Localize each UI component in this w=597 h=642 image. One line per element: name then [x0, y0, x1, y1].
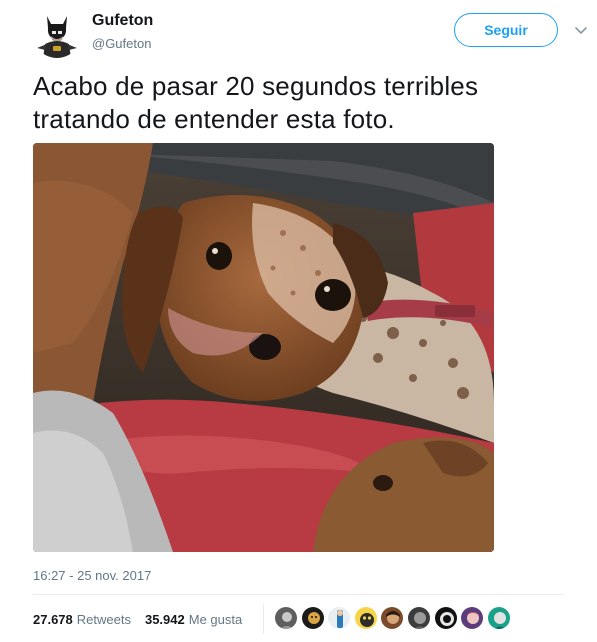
- author-handle[interactable]: @Gufeton: [92, 36, 151, 51]
- author-display-name[interactable]: Gufeton: [92, 12, 153, 30]
- liker-avatar[interactable]: [460, 606, 485, 630]
- chevron-down-icon[interactable]: [574, 24, 588, 38]
- retweets-stat[interactable]: 27.678 Retweets: [33, 612, 131, 627]
- follow-button[interactable]: Seguir: [454, 13, 558, 47]
- dog-photo-image: [33, 143, 494, 552]
- liker-avatar[interactable]: [406, 606, 431, 630]
- batman-avatar-icon: [33, 10, 81, 58]
- liker-avatar[interactable]: [327, 606, 352, 630]
- liker-avatar[interactable]: [433, 606, 458, 630]
- stats-divider: [33, 594, 564, 595]
- tweet-timestamp[interactable]: 16:27 - 25 nov. 2017: [33, 568, 151, 583]
- liker-avatar[interactable]: [380, 606, 405, 630]
- tweet-stats: 27.678 Retweets 35.942 Me gusta: [33, 603, 256, 635]
- tweet-photo[interactable]: [33, 143, 494, 552]
- retweets-count: 27.678: [33, 611, 73, 627]
- stats-separator: [263, 604, 264, 634]
- tweet-header: Gufeton @Gufeton Seguir: [0, 0, 597, 64]
- liker-avatar[interactable]: [274, 606, 298, 630]
- likes-stat[interactable]: 35.942 Me gusta: [145, 612, 242, 627]
- retweets-label: Retweets: [76, 611, 131, 627]
- likes-label: Me gusta: [188, 611, 243, 627]
- liker-avatars: [274, 606, 513, 634]
- liker-avatar[interactable]: [353, 606, 378, 630]
- author-avatar[interactable]: [33, 10, 81, 58]
- likes-count: 35.942: [144, 611, 185, 627]
- liker-avatar[interactable]: [486, 606, 511, 630]
- tweet-text: Acabo de pasar 20 segundos terribles tra…: [33, 71, 479, 134]
- liker-avatar[interactable]: [300, 606, 325, 630]
